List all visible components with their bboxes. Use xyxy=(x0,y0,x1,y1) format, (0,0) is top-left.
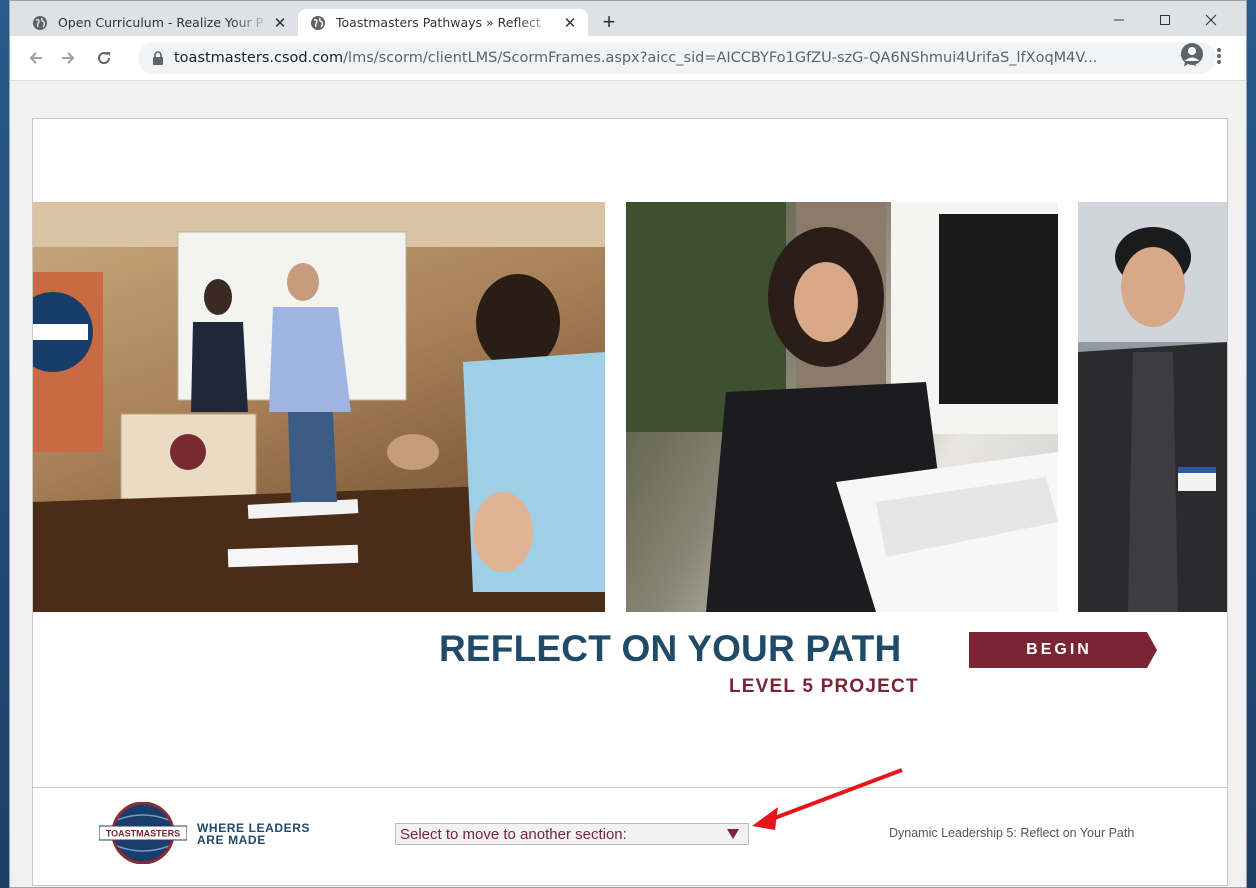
woman-laptop-photo xyxy=(626,202,1058,612)
section-select-value: Select to move to another section: xyxy=(400,825,627,843)
course-subtitle: LEVEL 5 PROJECT xyxy=(729,676,919,697)
handshake-meeting-photo xyxy=(33,202,605,612)
minimize-icon xyxy=(1114,19,1124,21)
browser-window: Open Curriculum - Realize Your P ✕ Toast… xyxy=(9,0,1247,888)
tab-toastmasters-pathways[interactable]: Toastmasters Pathways » Reflect ✕ xyxy=(298,9,588,36)
course-title: REFLECT ON YOUR PATH xyxy=(439,628,902,669)
close-icon xyxy=(1205,14,1217,26)
logo-text: TOASTMASTERS xyxy=(106,829,180,839)
minimize-button[interactable] xyxy=(1096,7,1142,33)
kebab-menu-icon[interactable] xyxy=(1216,46,1222,66)
url-text: toastmasters.csod.com/lms/scorm/clientLM… xyxy=(174,50,1124,66)
profile-avatar-icon[interactable] xyxy=(1180,42,1204,66)
arrow-left-icon xyxy=(29,52,42,64)
address-bar[interactable]: toastmasters.csod.com/lms/scorm/clientLM… xyxy=(138,42,1216,74)
globe-icon xyxy=(311,15,325,30)
tab-open-curriculum[interactable]: Open Curriculum - Realize Your P ✕ xyxy=(20,9,298,36)
url-path: /lms/scorm/clientLMS/ScormFrames.aspx?ai… xyxy=(343,50,1098,66)
dropdown-triangle-icon[interactable] xyxy=(718,824,748,844)
new-tab-button[interactable]: + xyxy=(598,11,620,34)
forward-button[interactable] xyxy=(56,46,80,70)
browser-toolbar: toastmasters.csod.com/lms/scorm/clientLM… xyxy=(10,36,1246,81)
reload-icon xyxy=(98,52,111,65)
page-viewport: REFLECT ON YOUR PATH BEGIN LEVEL 5 PROJE… xyxy=(10,81,1246,887)
begin-button[interactable]: BEGIN xyxy=(969,632,1157,668)
arrow-right-icon xyxy=(62,52,75,64)
tab-strip: Open Curriculum - Realize Your P ✕ Toast… xyxy=(10,1,1246,36)
close-icon[interactable]: ✕ xyxy=(562,14,578,32)
lock-icon xyxy=(153,51,163,65)
tagline-line-2: ARE MADE xyxy=(197,833,266,847)
tab-title: Open Curriculum - Realize Your P xyxy=(58,15,264,30)
maximize-button[interactable] xyxy=(1142,7,1188,33)
maximize-icon xyxy=(1160,15,1170,25)
tagline: WHERE LEADERS ARE MADE xyxy=(197,822,310,846)
close-icon[interactable]: ✕ xyxy=(272,14,288,32)
man-portrait-photo xyxy=(1078,202,1227,612)
breadcrumb: Dynamic Leadership 5: Reflect on Your Pa… xyxy=(889,826,1135,840)
url-host: toastmasters.csod.com xyxy=(174,50,344,66)
course-footer: TOASTMASTERS WHERE LEADERS ARE MADE Sele… xyxy=(33,787,1227,885)
desktop-edge-left xyxy=(0,0,9,888)
section-select[interactable]: Select to move to another section: xyxy=(395,823,749,845)
globe-icon xyxy=(33,15,47,30)
close-window-button[interactable] xyxy=(1188,7,1234,33)
back-button[interactable] xyxy=(24,46,48,70)
course-frame: REFLECT ON YOUR PATH BEGIN LEVEL 5 PROJE… xyxy=(32,118,1228,886)
tab-title: Toastmasters Pathways » Reflect xyxy=(336,15,541,30)
reload-button[interactable] xyxy=(92,46,116,70)
desktop-edge-right xyxy=(1247,0,1256,888)
toastmasters-logo: TOASTMASTERS xyxy=(99,802,187,864)
